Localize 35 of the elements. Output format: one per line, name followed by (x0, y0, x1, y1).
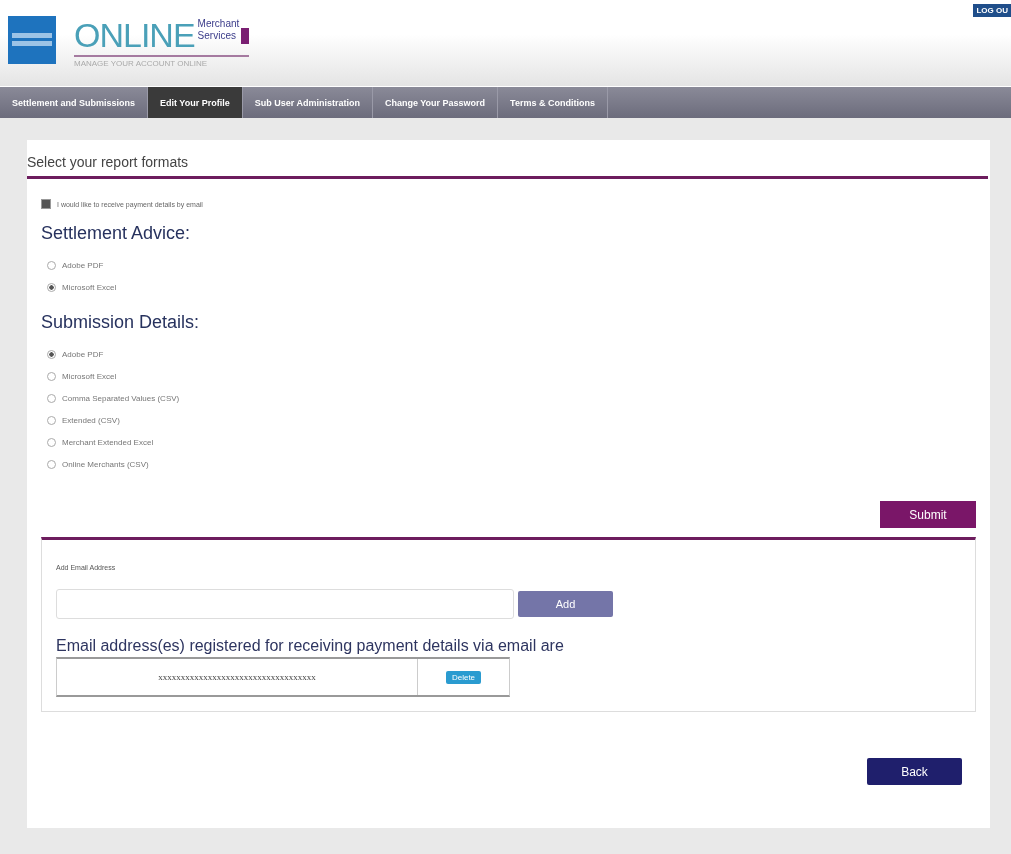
radio-button[interactable] (47, 459, 56, 469)
radio-label: Comma Separated Values (CSV) (62, 393, 180, 403)
section-heading: Settlement Advice: (41, 223, 192, 244)
section-heading: Submission Details: (41, 312, 201, 333)
radio-button[interactable] (47, 393, 56, 403)
radio-button[interactable] (47, 260, 56, 270)
checkbox[interactable] (41, 199, 51, 209)
radio-label: Online Merchants (CSV) (62, 459, 149, 469)
radio-button[interactable] (47, 415, 56, 425)
radio-label: Microsoft Excel (62, 282, 117, 292)
logout-button[interactable]: LOG OU (973, 4, 1011, 17)
registered-heading: Email address(es) registered for receiving payment details via email are (56, 637, 565, 655)
radio-label: Microsoft Excel (62, 371, 117, 381)
radio-label: Merchant Extended Excel (62, 437, 154, 447)
radio-button[interactable] (47, 349, 56, 359)
add-button[interactable]: Add (518, 591, 613, 617)
submit-button[interactable]: Submit (880, 501, 976, 528)
radio-label: Adobe PDF (62, 260, 104, 270)
back-button[interactable]: Back (867, 758, 962, 785)
nav-tab[interactable]: Edit Your Profile (148, 87, 243, 118)
brand-name: ONLINE (74, 18, 195, 52)
radio-label: Adobe PDF (62, 349, 104, 359)
email-cell: xxxxxxxxxxxxxxxxxxxxxxxxxxxxxxxxxxx (57, 659, 418, 695)
brand-subtitle: Services (197, 30, 237, 42)
radio-button[interactable] (47, 371, 56, 381)
radio-button[interactable] (47, 282, 56, 292)
tagline: MANAGE YOUR ACCOUNT ONLINE (74, 55, 250, 68)
logo-icon (8, 16, 56, 64)
brand-accent-bar (241, 28, 250, 44)
email-input-field[interactable] (56, 589, 514, 619)
radio-button[interactable] (47, 437, 56, 447)
radio-label: Extended (CSV) (62, 415, 120, 425)
brand-subtitle: Merchant (197, 18, 240, 30)
delete-button[interactable]: Delete (445, 670, 482, 684)
page-title: Select your report formats (27, 154, 988, 179)
